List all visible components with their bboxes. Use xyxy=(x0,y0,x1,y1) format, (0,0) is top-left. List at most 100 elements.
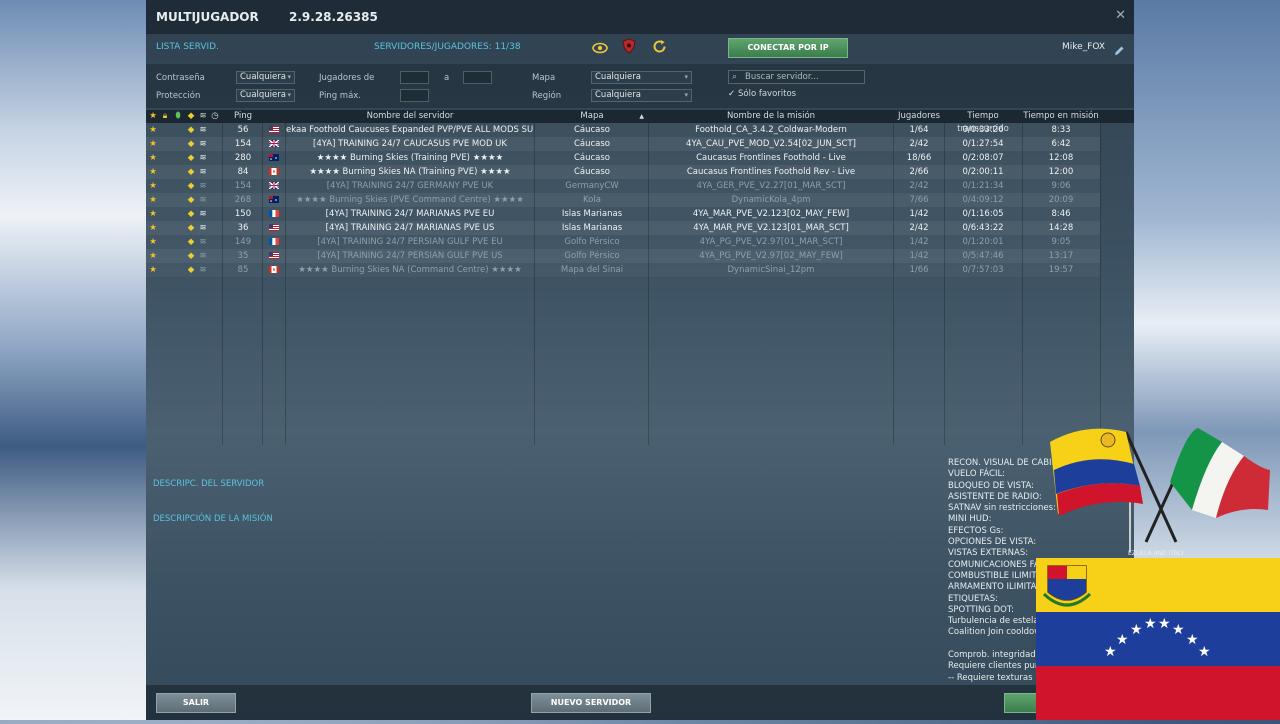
venezuela-italy-flags-overlay: EZUELA AND ITALY xyxy=(1046,422,1272,558)
refresh-icon[interactable] xyxy=(652,39,667,58)
server-name-cell: ★★★★ Burning Skies (Training PVE) ★★★★ xyxy=(316,153,504,163)
window-title: MULTIJUGADOR xyxy=(156,10,259,24)
mission-time-cell: 19:57 xyxy=(1048,265,1074,275)
favorite-column-icon[interactable]: ★ xyxy=(148,110,158,123)
server-list-tab[interactable]: LISTA SERVID. xyxy=(156,42,219,52)
elapsed-time-cell: 0/1:21:34 xyxy=(962,181,1004,191)
integrity-icon: ◆ xyxy=(187,237,195,247)
column-map[interactable]: Mapa ▲ xyxy=(536,110,648,123)
region-label: Región xyxy=(532,91,562,101)
players-from-label: Jugadores de xyxy=(319,73,375,83)
integrity-icon: ◆ xyxy=(187,181,195,191)
elapsed-time-cell: 0/1:20:01 xyxy=(962,237,1004,247)
mission-name-cell: Caucasus Frontlines Foothold - Live xyxy=(696,153,846,163)
eye-icon[interactable] xyxy=(592,39,608,58)
table-row[interactable]: ★ ◆ ≋ 150 [4YA] TRAINING 24/7 MARIANAS PVE E… xyxy=(146,207,1100,221)
pencil-icon[interactable] xyxy=(1114,41,1125,60)
country-flag-icon xyxy=(264,207,284,221)
new-server-button[interactable]: NUEVO SERVIDOR xyxy=(531,693,651,713)
elapsed-time-cell: 0/2:08:07 xyxy=(962,153,1004,163)
ping-cell: 149 xyxy=(234,237,252,247)
country-flag-icon xyxy=(264,123,284,137)
rss-icon: ≋ xyxy=(199,181,207,191)
country-flag-icon xyxy=(264,179,284,193)
sky-background-left xyxy=(0,0,146,720)
checkmark-icon: ✓ xyxy=(728,89,736,99)
column-mission-name[interactable]: Nombre de la misión xyxy=(648,110,894,123)
table-row[interactable]: ★ ◆ ≋ 35 [4YA] TRAINING 24/7 PERSIAN GULF PV… xyxy=(146,249,1100,263)
column-ping[interactable]: Ping xyxy=(224,110,262,123)
protection-column-icon[interactable]: ⬮ xyxy=(173,110,183,123)
servers-players-count: SERVIDORES/JUGADORES: 11/38 xyxy=(374,42,521,52)
svg-text:★: ★ xyxy=(1158,616,1171,632)
column-divider xyxy=(1022,123,1023,445)
server-name-cell: ekaa Foothold Caucuses Expanded PVP/PVE … xyxy=(286,125,534,135)
table-row[interactable]: ★ ◆ ≋ 154 [4YA] TRAINING 24/7 CAUCASUS PVE M… xyxy=(146,137,1100,151)
connect-by-ip-button[interactable]: CONECTAR POR IP xyxy=(728,38,848,58)
mission-time-cell: 8:33 xyxy=(1051,125,1071,135)
clock-column-icon[interactable]: ◷ xyxy=(210,110,220,123)
players-cell: 1/42 xyxy=(909,209,929,219)
players-cell: 2/66 xyxy=(909,167,929,177)
mission-name-cell: 4YA_MAR_PVE_V2.123[01_MAR_SCT] xyxy=(693,223,849,233)
elapsed-time-cell: 0/5:47:46 xyxy=(962,251,1004,261)
table-row[interactable]: ★ ◆ ≋ 268 ★★★★ Burning Skies (PVE Command Ce… xyxy=(146,193,1100,207)
map-cell: Islas Marianas xyxy=(561,223,623,233)
ping-cell: 56 xyxy=(237,125,249,135)
region-select[interactable]: Cualquiera ▾ xyxy=(591,89,692,102)
players-cell: 1/42 xyxy=(909,237,929,247)
svg-text:★: ★ xyxy=(1144,616,1157,632)
ping-max-input[interactable] xyxy=(400,89,429,102)
column-divider xyxy=(285,123,286,445)
integrity-icon: ◆ xyxy=(187,125,195,135)
ping-cell: 85 xyxy=(237,265,249,275)
title-bar: MULTIJUGADOR 2.9.28.26385 ✕ xyxy=(146,0,1134,34)
password-select[interactable]: Cualquiera ▾ xyxy=(236,71,295,84)
favorites-only-checkbox[interactable]: ✓ Sólo favoritos xyxy=(728,89,796,99)
chevron-down-icon: ▾ xyxy=(287,73,291,81)
table-row[interactable]: ★ ◆ ≋ 85 ★★★★ Burning Skies NA (Command Cent… xyxy=(146,263,1100,277)
column-mission-time[interactable]: Tiempo en misión xyxy=(1022,110,1100,123)
map-select[interactable]: Cualquiera ▾ xyxy=(591,71,692,84)
rss-icon: ≋ xyxy=(199,265,207,275)
players-min-input[interactable] xyxy=(400,71,429,84)
close-icon[interactable]: ✕ xyxy=(1115,8,1126,23)
shield-icon[interactable] xyxy=(622,38,636,58)
rss-icon: ≋ xyxy=(199,195,207,205)
elapsed-time-cell: 0/7:57:03 xyxy=(962,265,1004,275)
table-row[interactable]: ★ ◆ ≋ 154 [4YA] TRAINING 24/7 GERMANY PVE UK… xyxy=(146,179,1100,193)
ping-cell: 280 xyxy=(234,153,252,163)
rss-icon: ≋ xyxy=(199,237,207,247)
table-row[interactable]: ★ ◆ ≋ 84 ★★★★ Burning Skies NA (Training PVE… xyxy=(146,165,1100,179)
table-row[interactable]: ★ ◆ ≋ 280 ★★★★ Burning Skies (Training PVE) … xyxy=(146,151,1100,165)
players-max-input[interactable] xyxy=(463,71,492,84)
column-server-name[interactable]: Nombre del servidor xyxy=(286,110,534,123)
favorite-star-icon: ★ xyxy=(149,209,157,219)
column-players[interactable]: Jugadores xyxy=(894,110,944,123)
protection-select[interactable]: Cualquiera ▾ xyxy=(236,89,295,102)
server-name-cell: [4YA] TRAINING 24/7 MARIANAS PVE EU xyxy=(325,209,495,219)
players-cell: 1/66 xyxy=(909,265,929,275)
server-name-cell: [4YA] TRAINING 24/7 PERSIAN GULF PVE EU xyxy=(317,237,503,247)
rss-column-icon[interactable]: ≋ xyxy=(198,110,208,123)
exit-button[interactable]: SALIR xyxy=(156,693,236,713)
elapsed-time-cell: 0/1:27:54 xyxy=(962,139,1004,149)
favorite-star-icon: ★ xyxy=(149,125,157,135)
rss-icon: ≋ xyxy=(199,153,207,163)
table-row[interactable]: ★ ◆ ≋ 149 [4YA] TRAINING 24/7 PERSIAN GULF P… xyxy=(146,235,1100,249)
favorite-star-icon: ★ xyxy=(149,223,157,233)
integrity-icon: ◆ xyxy=(187,223,195,233)
players-to-label: a xyxy=(444,73,450,83)
svg-text:★: ★ xyxy=(1104,644,1117,660)
country-flag-icon xyxy=(264,165,284,179)
integrity-column-icon[interactable]: ◆ xyxy=(186,110,196,123)
search-input[interactable]: ⌕ Buscar servidor... xyxy=(728,70,865,84)
server-name-cell: ★★★★ Burning Skies NA (Command Centre) ★… xyxy=(298,265,522,275)
lock-column-icon[interactable]: 🔒︎ xyxy=(160,110,170,123)
server-name-cell: [4YA] TRAINING 24/7 PERSIAN GULF PVE US xyxy=(317,251,503,261)
integrity-icon: ◆ xyxy=(187,139,195,149)
table-row[interactable]: ★ ◆ ≋ 56 ekaa Foothold Caucuses Expanded PVP… xyxy=(146,123,1100,137)
server-description-label: DESCRIPC. DEL SERVIDOR xyxy=(153,479,265,489)
column-elapsed-time[interactable]: Tiempo transcurrido xyxy=(944,110,1022,134)
table-row[interactable]: ★ ◆ ≋ 36 [4YA] TRAINING 24/7 MARIANAS PVE US… xyxy=(146,221,1100,235)
